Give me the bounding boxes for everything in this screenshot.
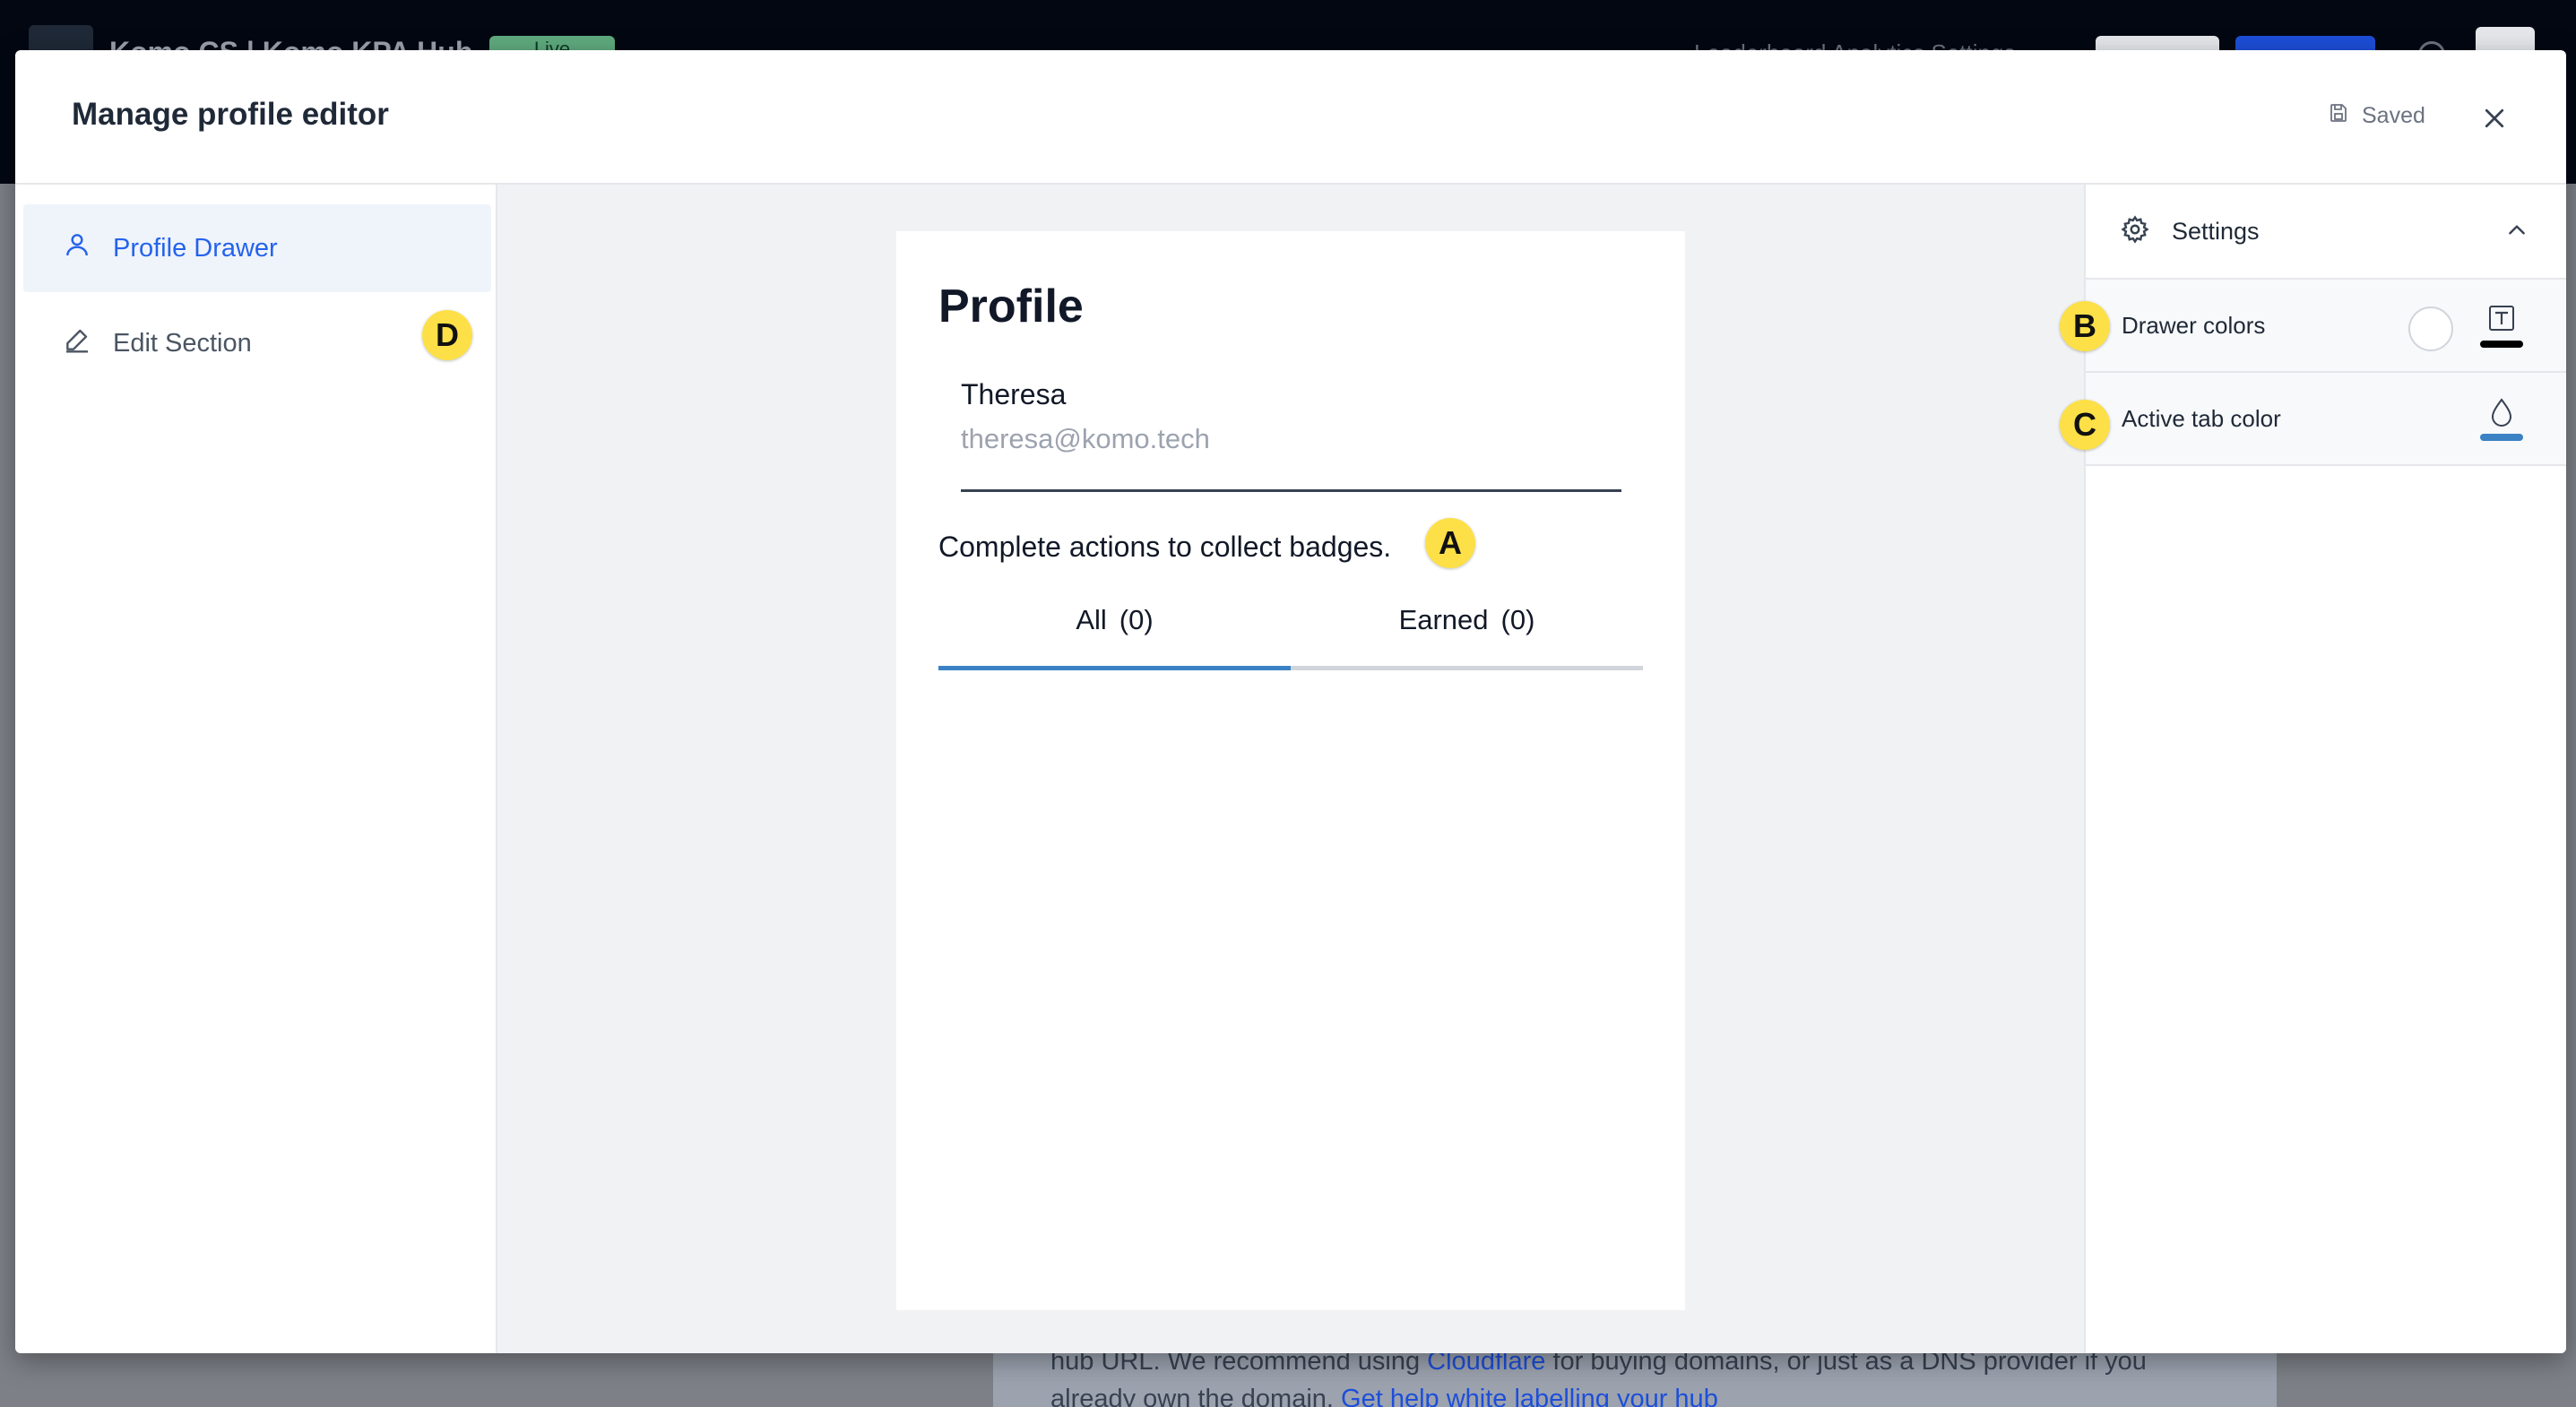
tab-label: Earned: [1398, 604, 1489, 635]
sidebar-item-label: Profile Drawer: [113, 233, 278, 263]
setting-drawer-colors: Drawer colors: [2086, 280, 2566, 373]
chevron-up-icon: [2505, 219, 2528, 246]
preview-canvas: Profile Theresa theresa@komo.tech Comple…: [497, 185, 2084, 1353]
saved-status: Saved: [2328, 102, 2425, 130]
tab-count: (0): [1500, 604, 1535, 635]
settings-title: Settings: [2172, 217, 2260, 245]
profile-email: theresa@komo.tech: [961, 423, 1210, 454]
active-tab-color-picker[interactable]: [2477, 394, 2527, 448]
gear-icon: [2120, 214, 2150, 249]
tab-count: (0): [1119, 604, 1154, 635]
save-icon: [2328, 102, 2349, 130]
pencil-icon: [63, 325, 91, 361]
tab-label: All: [1076, 604, 1107, 635]
profile-name: Theresa: [961, 378, 1067, 410]
annotation-marker-d: D: [422, 310, 472, 360]
user-icon: [63, 230, 91, 266]
badges-instruction: Complete actions to collect badges.: [938, 531, 1392, 563]
settings-panel: Settings Drawer colors Active tab color: [2084, 185, 2566, 1353]
background-link-help: Get help white labelling your hub: [1341, 1385, 1718, 1407]
annotation-marker-a: A: [1425, 518, 1475, 568]
sidebar: Profile Drawer Edit Section: [15, 185, 497, 1353]
drawer-text-color-picker[interactable]: [2478, 301, 2525, 355]
setting-label: Drawer colors: [2122, 311, 2266, 339]
setting-label: Active tab color: [2122, 404, 2281, 432]
modal-title: Manage profile editor: [72, 97, 389, 132]
sidebar-item-label: Edit Section: [113, 328, 252, 358]
tab-earned[interactable]: Earned (0): [1291, 599, 1643, 670]
settings-header-toggle[interactable]: Settings: [2086, 185, 2566, 280]
modal-header: Manage profile editor Saved: [15, 50, 2566, 185]
tab-all[interactable]: All (0): [938, 599, 1291, 670]
close-icon: [2485, 108, 2504, 128]
close-button[interactable]: [2473, 97, 2516, 140]
badge-tabs: All (0) Earned (0): [938, 599, 1643, 670]
droplet-icon: [2480, 398, 2523, 441]
profile-divider: [961, 489, 1621, 492]
text-color-icon: [2480, 306, 2523, 348]
saved-label: Saved: [2362, 103, 2425, 128]
annotation-marker-c: C: [2060, 400, 2110, 450]
drawer-background-color-swatch[interactable]: [2408, 306, 2453, 351]
sidebar-item-edit-section[interactable]: Edit Section: [23, 299, 491, 387]
profile-heading: Profile: [938, 281, 1084, 332]
profile-editor-modal: Manage profile editor Saved Profile Draw…: [15, 50, 2566, 1353]
active-tab-indicator: [938, 666, 1291, 670]
profile-preview-card: Profile Theresa theresa@komo.tech Comple…: [896, 231, 1685, 1310]
annotation-marker-b: B: [2060, 301, 2110, 351]
background-text: already own the domain.: [1050, 1385, 1334, 1407]
setting-active-tab-color: Active tab color: [2086, 373, 2566, 466]
sidebar-item-profile-drawer[interactable]: Profile Drawer: [23, 204, 491, 292]
